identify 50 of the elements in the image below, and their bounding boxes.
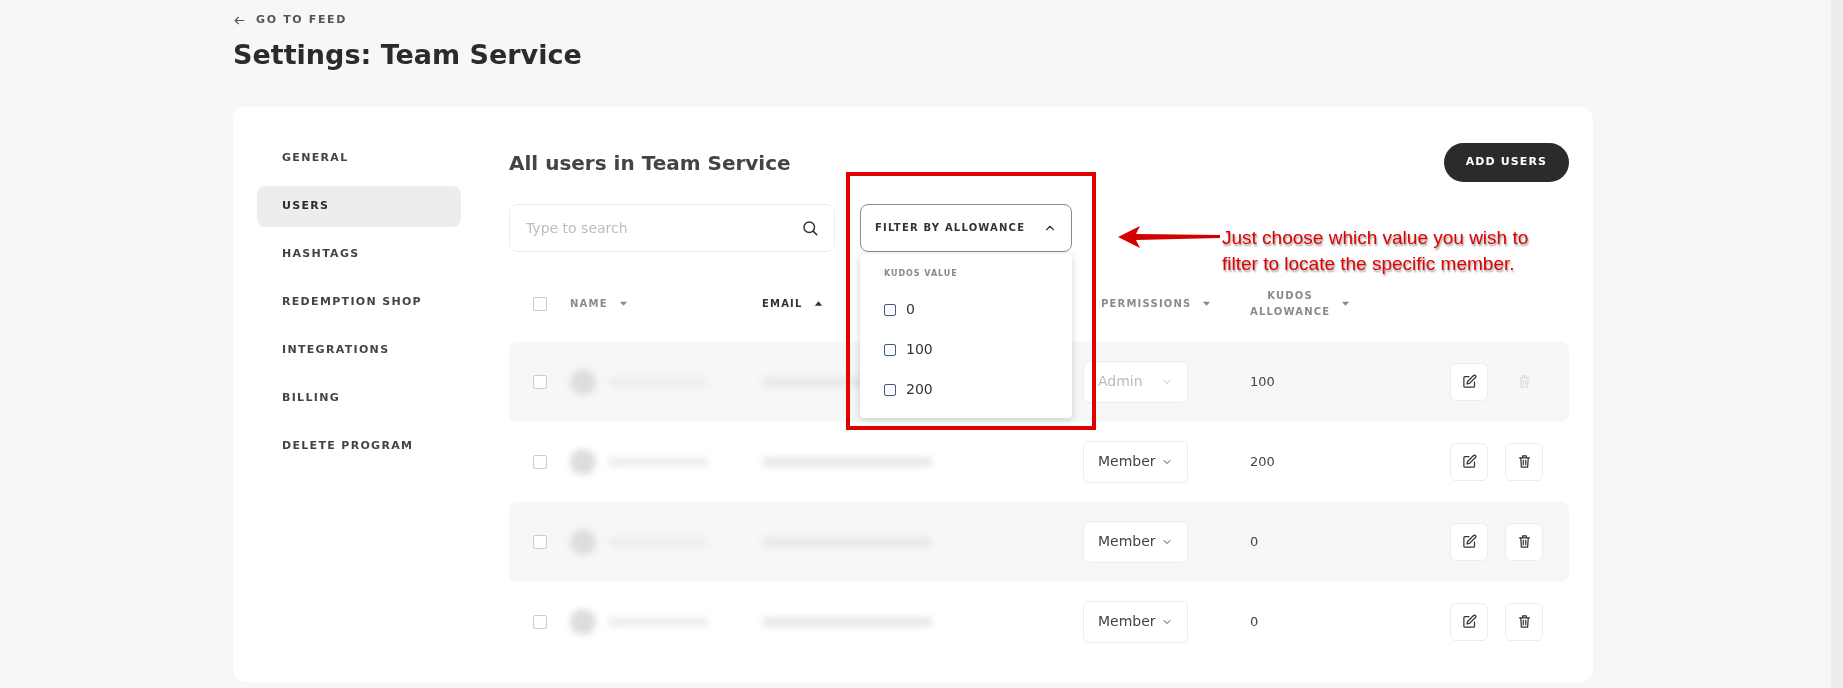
back-link[interactable]: GO TO FEED	[233, 12, 348, 29]
allowance-value: 100	[1250, 372, 1275, 391]
filter-option[interactable]: 200	[860, 369, 1072, 410]
avatar-placeholder	[570, 608, 596, 635]
add-users-button[interactable]: ADD USERS	[1443, 143, 1569, 182]
sidebar-item[interactable]: DELETE PROGRAM	[257, 425, 461, 467]
avatar-placeholder	[570, 448, 596, 475]
edit-icon	[1461, 374, 1477, 389]
sidebar-item[interactable]: BILLING	[257, 377, 461, 419]
delete-button[interactable]	[1505, 602, 1543, 641]
page-title: Settings: Team Service	[233, 37, 583, 72]
filter-option[interactable]: 100	[860, 329, 1072, 370]
avatar-placeholder	[570, 368, 596, 395]
sort-up-icon	[812, 298, 824, 309]
checkbox[interactable]	[884, 303, 896, 316]
sidebar-item[interactable]: GENERAL	[257, 137, 461, 179]
sidebar-item[interactable]: HASHTAGS	[257, 233, 461, 275]
allowance-value: 0	[1250, 532, 1259, 551]
allowance-value: 200	[1250, 452, 1275, 471]
delete-button[interactable]	[1505, 442, 1543, 481]
avatar-placeholder	[570, 528, 596, 555]
column-header[interactable]: EMAIL	[762, 296, 824, 311]
filter-option[interactable]: 0	[860, 289, 1072, 330]
search-icon	[801, 218, 819, 237]
sidebar-item[interactable]: INTEGRATIONS	[257, 329, 461, 371]
search-field[interactable]: Type to search	[509, 203, 835, 252]
delete-button[interactable]	[1505, 522, 1543, 561]
trash-icon	[1516, 614, 1532, 629]
annotation-text: Just choose which value you wish to filter to locate the specific member.	[1222, 226, 1530, 276]
permission-select[interactable]: Member	[1083, 520, 1188, 563]
edit-icon	[1461, 454, 1477, 469]
menu-heading: KUDOS VALUE	[883, 267, 959, 280]
edit-icon	[1461, 534, 1477, 549]
edit-button[interactable]	[1450, 362, 1488, 401]
allowance-value: 0	[1250, 612, 1259, 631]
trash-icon	[1516, 454, 1532, 469]
permission-select[interactable]: Member	[1083, 600, 1188, 643]
filter-dropdown[interactable]: FILTER BY ALLOWANCE	[860, 203, 1072, 252]
edit-button[interactable]	[1450, 602, 1488, 641]
sidebar-item[interactable]: REDEMPTION SHOP	[257, 281, 461, 323]
edit-button[interactable]	[1450, 442, 1488, 481]
permission-select[interactable]: Member	[1083, 440, 1188, 483]
checkbox[interactable]	[884, 343, 896, 356]
sidebar-item[interactable]: USERS	[257, 185, 461, 227]
edit-icon	[1461, 614, 1477, 629]
edit-button[interactable]	[1450, 522, 1488, 561]
trash-icon	[1516, 374, 1532, 389]
checkbox[interactable]	[884, 383, 896, 396]
trash-icon	[1516, 534, 1532, 549]
section-heading: All users in Team Service	[509, 149, 791, 177]
